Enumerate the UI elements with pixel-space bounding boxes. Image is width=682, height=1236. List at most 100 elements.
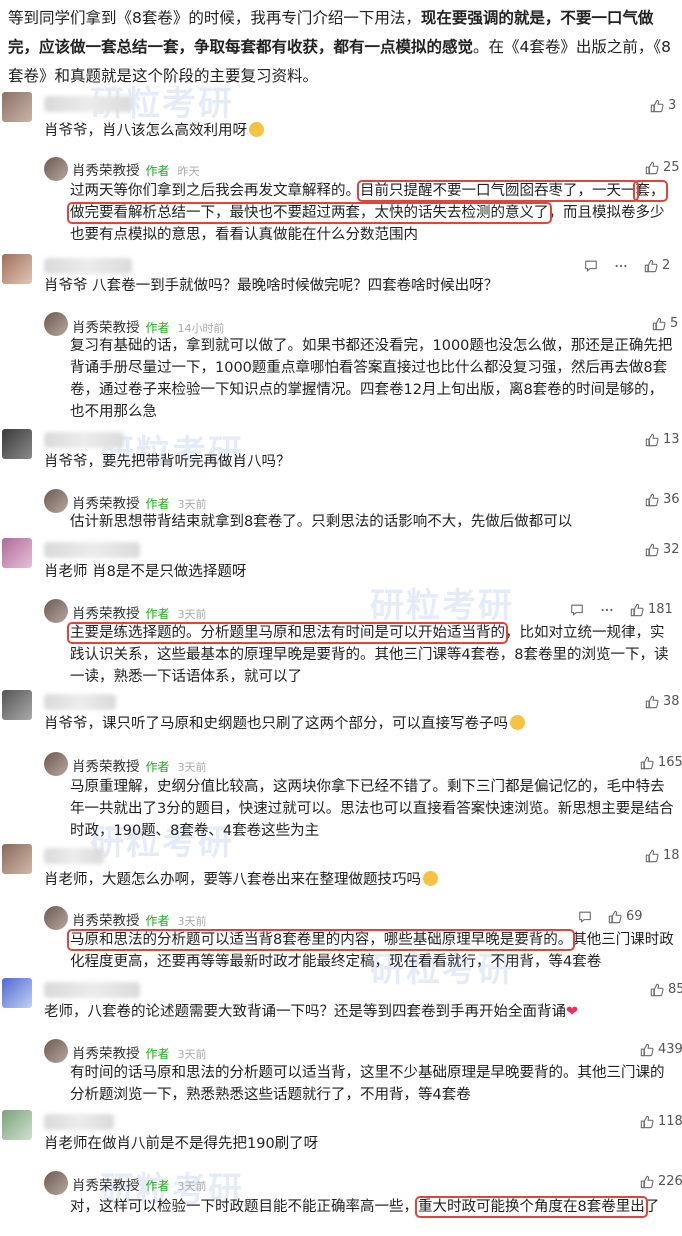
author-avatar[interactable] bbox=[44, 489, 68, 513]
avatar[interactable] bbox=[2, 92, 32, 122]
thumb-up-icon bbox=[640, 1115, 654, 1129]
commenter-name[interactable] bbox=[44, 96, 132, 112]
reply-text: 过两天等你们拿到之后我会再发文章解释的。目前只提醒不要一口气囫囵吞枣了，一天一套… bbox=[67, 180, 668, 243]
comment-actions: 2 bbox=[584, 258, 670, 273]
reply-text: 估计新思想带背结束就拿到8套卷了。只剩思法的话影响不大，先做后做都可以 bbox=[70, 514, 573, 530]
thumb-up-icon bbox=[608, 910, 622, 924]
author-name: 肖秀荣教授 作者 3天前 bbox=[72, 1046, 207, 1062]
like-button[interactable]: 118 bbox=[640, 1114, 682, 1129]
thumb-up-icon bbox=[645, 493, 659, 507]
author-name: 肖秀荣教授 作者 14小时前 bbox=[72, 320, 225, 336]
comment-text: 肖爷爷，肖八该怎么高效利用呀 bbox=[44, 120, 264, 142]
comment-text: 肖老师 肖8是不是只做选择题呀 bbox=[44, 564, 247, 580]
commenter-name[interactable] bbox=[44, 542, 140, 558]
like-button[interactable]: 38 bbox=[645, 694, 680, 709]
like-button[interactable]: 13 bbox=[645, 432, 680, 447]
author-avatar[interactable] bbox=[44, 752, 68, 776]
author-name: 肖秀荣教授 作者 3天前 bbox=[72, 759, 207, 775]
avatar[interactable] bbox=[2, 1110, 32, 1140]
comment-text: 肖老师在做肖八前是不是得先把190刷了呀 bbox=[44, 1136, 319, 1152]
reply-text: 复习有基础的话，拿到就可以做了。如果书都还没看完，1000题也没怎么做，那还是正… bbox=[70, 338, 673, 420]
like-button[interactable]: 36 bbox=[645, 492, 680, 507]
comment-icon[interactable] bbox=[578, 910, 592, 924]
thumb-up-icon bbox=[645, 695, 659, 709]
highlight: 重大时政可能换个角度在8套卷里出 bbox=[415, 1196, 648, 1218]
like-button[interactable]: 439 bbox=[640, 1042, 682, 1057]
avatar[interactable] bbox=[2, 844, 32, 874]
commenter-name[interactable] bbox=[44, 1114, 114, 1130]
thumb-up-icon bbox=[645, 543, 659, 557]
thumb-up-icon bbox=[650, 99, 664, 113]
reply-actions: 181 bbox=[570, 602, 673, 617]
author-avatar[interactable] bbox=[44, 312, 68, 336]
author-avatar[interactable] bbox=[44, 1039, 68, 1063]
author-name: 肖秀荣教授 作者 昨天 bbox=[72, 163, 200, 179]
like-button[interactable]: 5 bbox=[652, 316, 678, 331]
intro-text: 等到同学们拿到《8套卷》的时候，我再专门介绍一下用法， bbox=[8, 9, 421, 27]
thumb-up-icon bbox=[650, 983, 664, 997]
more-icon[interactable] bbox=[614, 259, 628, 273]
comment-icon[interactable] bbox=[570, 603, 584, 617]
emoji-icon bbox=[249, 122, 264, 137]
comment-text: 肖爷爷 八套卷一到手就做吗？最晚啥时候做完呢？四套卷啥时候出呀？ bbox=[44, 278, 499, 294]
avatar[interactable] bbox=[2, 254, 32, 284]
reply-text: 有时间的话马原和思法的分析题可以适当背，这里不少基础原理是早晚要背的。其他三门课… bbox=[70, 1065, 665, 1103]
author-tag: 作者 bbox=[145, 164, 170, 178]
like-button[interactable]: 2 bbox=[644, 258, 670, 273]
reply-actions: 69 bbox=[578, 909, 643, 924]
like-button[interactable]: 69 bbox=[608, 909, 643, 924]
commenter-name[interactable] bbox=[44, 982, 140, 998]
article-intro: 等到同学们拿到《8套卷》的时候，我再专门介绍一下用法，现在要强调的就是，不要一口… bbox=[8, 4, 676, 91]
commenter-name[interactable] bbox=[44, 848, 104, 864]
author-avatar[interactable] bbox=[44, 599, 68, 623]
more-icon[interactable] bbox=[600, 603, 614, 617]
thumb-up-icon bbox=[640, 1043, 654, 1057]
thumb-up-icon bbox=[645, 849, 659, 863]
author-name: 肖秀荣教授 作者 3天前 bbox=[72, 1178, 207, 1194]
author-avatar[interactable] bbox=[44, 157, 68, 181]
author-avatar[interactable] bbox=[44, 1171, 68, 1195]
author-name: 肖秀荣教授 作者 3天前 bbox=[72, 496, 207, 512]
emoji-icon bbox=[423, 871, 438, 886]
comment-text: 肖爷爷，课只听了马原和史纲题也只刷了这两个部分，可以直接写卷子吗 bbox=[44, 713, 525, 735]
heart-icon: ❤ bbox=[566, 1004, 579, 1020]
watermark: 研粒考研 bbox=[370, 586, 514, 626]
avatar[interactable] bbox=[2, 690, 32, 720]
reply-text: 马原和思法的分析题可以适当背8套卷里的内容，哪些基础原理早晚是要背的。其他三门课… bbox=[66, 929, 674, 970]
commenter-name[interactable] bbox=[44, 694, 116, 710]
thumb-up-icon bbox=[644, 259, 658, 273]
reply-text: 马原重理解，史纲分值比较高，这两块你拿下已经不错了。剩下三门都是偏记忆的，毛中特… bbox=[70, 779, 674, 839]
comment-text: 老师，八套卷的论述题需要大致背诵一下吗？还是等到四套卷到手再开始全面背诵❤ bbox=[44, 1004, 579, 1020]
comment-text: 肖老师，大题怎么办啊，要等八套卷出来在整理做题技巧吗 bbox=[44, 869, 438, 891]
comment-text: 肖爷爷，要先把带背听完再做肖八吗？ bbox=[44, 454, 291, 470]
emoji-icon bbox=[510, 715, 525, 730]
like-button[interactable]: 165 bbox=[640, 755, 682, 770]
thumb-up-icon bbox=[640, 1175, 654, 1189]
avatar[interactable] bbox=[2, 538, 32, 568]
author-name: 肖秀荣教授 作者 3天前 bbox=[72, 913, 207, 929]
highlight: 主要是练选择题的。分析题里马原和思法有时间是可以开始适当背的 bbox=[67, 622, 508, 644]
comment-icon[interactable] bbox=[584, 259, 598, 273]
like-button[interactable]: 3 bbox=[650, 98, 676, 113]
like-button[interactable]: 32 bbox=[645, 542, 680, 557]
thumb-up-icon bbox=[645, 161, 659, 175]
reply-text: 主要是练选择题的。分析题里马原和思法有时间是可以开始适当背的，比如对立统一规律，… bbox=[67, 622, 669, 685]
commenter-name[interactable] bbox=[44, 258, 132, 274]
like-button[interactable]: 226 bbox=[640, 1174, 682, 1189]
commenter-name[interactable] bbox=[44, 432, 124, 448]
like-button[interactable]: 18 bbox=[645, 848, 680, 863]
author-name: 肖秀荣教授 作者 3天前 bbox=[72, 606, 207, 622]
like-button[interactable]: 181 bbox=[630, 602, 673, 617]
thumb-up-icon bbox=[645, 433, 659, 447]
reply-text: 对，这样可以检验一下时政题目能不能正确率高一些，重大时政可能换个角度在8套卷里出… bbox=[70, 1196, 660, 1218]
avatar[interactable] bbox=[2, 429, 32, 459]
thumb-up-icon bbox=[652, 317, 666, 331]
highlight: 目前只提醒不要一口气囫囵吞枣了，一天一 bbox=[357, 180, 639, 202]
like-button[interactable]: 85 bbox=[650, 982, 682, 997]
thumb-up-icon bbox=[630, 603, 644, 617]
thumb-up-icon bbox=[640, 756, 654, 770]
author-avatar[interactable] bbox=[44, 906, 68, 930]
avatar[interactable] bbox=[2, 978, 32, 1008]
like-button[interactable]: 25 bbox=[645, 160, 680, 175]
reply-time: 昨天 bbox=[177, 165, 200, 178]
